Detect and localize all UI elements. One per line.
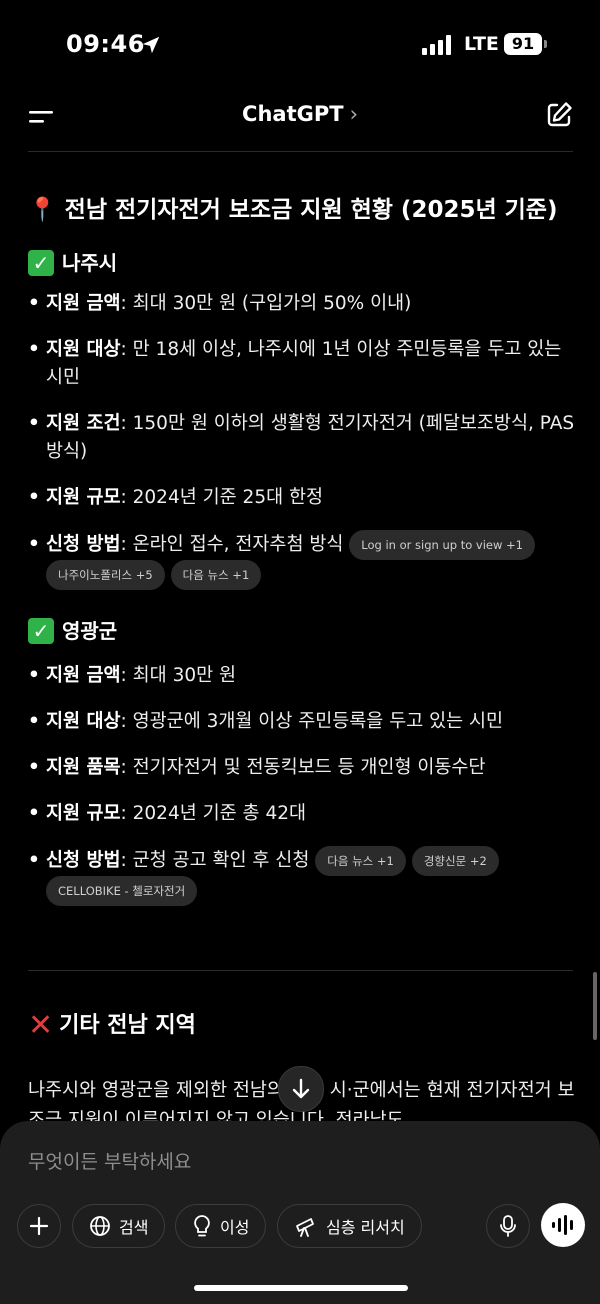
search-button[interactable]: 검색 (72, 1204, 166, 1248)
waveform-icon (552, 1215, 573, 1235)
globe-icon (90, 1216, 110, 1236)
reason-label: 이성 (220, 1218, 250, 1237)
cellular-signal-icon (422, 35, 451, 55)
dictate-button[interactable] (486, 1204, 530, 1248)
item-label: 지원 금액 (46, 293, 121, 314)
status-time: 09:46 (66, 30, 145, 58)
arrow-down-icon (292, 1078, 310, 1099)
battery-icon: 91 (504, 33, 542, 55)
microphone-icon (500, 1215, 516, 1237)
composer: 무엇이든 부탁하세요 검색 이성 심층 리서치 (0, 1121, 600, 1304)
new-chat-icon[interactable] (544, 100, 574, 130)
subheading-naju: ✓ 나주시 (28, 248, 576, 278)
item-text: : 영광군에 3개월 이상 주민등록을 두고 있는 시민 (120, 711, 504, 732)
scrollbar[interactable] (593, 972, 597, 1040)
item-label: 지원 조건 (46, 413, 121, 434)
source-chip[interactable]: 나주이노폴리스 +5 (46, 560, 165, 590)
item-text: : 2024년 기준 25대 한정 (120, 487, 324, 508)
location-arrow-icon (142, 36, 160, 54)
list-item: 지원 조건: 150만 원 이하의 생활형 전기자전거 (페달보조방식, PAS… (28, 410, 576, 466)
top-nav: ChatGPT › (0, 90, 600, 144)
list-item: 신청 방법: 군청 공고 확인 후 신청 다음 뉴스 +1경향신문 +2 CELL… (28, 846, 576, 906)
list-item: 지원 금액: 최대 30만 원 (28, 662, 576, 690)
source-chip[interactable]: 경향신문 +2 (411, 846, 499, 876)
item-text: : 2024년 기준 총 42대 (120, 803, 307, 824)
item-label: 지원 대상 (46, 339, 121, 360)
list-item: 지원 대상: 만 18세 이상, 나주시에 1년 이상 주민등록을 두고 있는 … (28, 336, 576, 392)
list-item: 신청 방법: 온라인 접수, 전자추첨 방식 Log in or sign up… (28, 530, 576, 590)
x-mark-icon: ✕ (28, 1008, 54, 1043)
item-text: : 만 18세 이상, 나주시에 1년 이상 주민등록을 두고 있는 시민 (46, 339, 562, 388)
plus-icon (29, 1216, 49, 1236)
battery-tip (544, 40, 547, 48)
list-item: 지원 대상: 영광군에 3개월 이상 주민등록을 두고 있는 시민 (28, 708, 576, 736)
deep-research-label: 심층 리서치 (326, 1218, 405, 1237)
item-label: 지원 품목 (46, 757, 121, 778)
other-heading: ✕ 기타 전남 지역 (28, 1010, 576, 1042)
check-icon: ✓ (28, 250, 54, 276)
chevron-right-icon: › (349, 102, 358, 126)
yeonggwang-list: 지원 금액: 최대 30만 원 지원 대상: 영광군에 3개월 이상 주민등록을… (28, 662, 576, 906)
source-chip[interactable]: CELLOBIKE - 첼로자전거 (46, 876, 198, 906)
search-label: 검색 (119, 1218, 149, 1237)
home-indicator (194, 1285, 408, 1291)
app-title: ChatGPT (242, 102, 344, 126)
item-text: : 온라인 접수, 전자추첨 방식 (120, 534, 344, 555)
item-text: : 최대 30만 원 (구입가의 50% 이내) (120, 293, 412, 314)
section-heading: 📍 전남 전기자전거 보조금 지원 현황 (2025년 기준) (28, 194, 576, 226)
check-icon: ✓ (28, 618, 54, 644)
deep-research-button[interactable]: 심층 리서치 (277, 1204, 422, 1248)
prompt-input[interactable]: 무엇이든 부탁하세요 (28, 1147, 191, 1174)
attach-button[interactable] (17, 1204, 61, 1248)
subheading-text: 나주시 (62, 251, 118, 275)
reason-button[interactable]: 이성 (175, 1204, 267, 1248)
list-item: 지원 규모: 2024년 기준 총 42대 (28, 800, 576, 828)
heading-text: 전남 전기자전거 보조금 지원 현황 (2025년 기준) (64, 197, 558, 223)
model-selector[interactable]: ChatGPT › (0, 102, 600, 126)
lightbulb-icon (194, 1215, 210, 1237)
source-chip[interactable]: 다음 뉴스 +1 (170, 560, 262, 590)
item-text: : 150만 원 이하의 생활형 전기자전거 (페달보조방식, PAS 방식) (46, 413, 575, 462)
item-label: 지원 금액 (46, 665, 121, 686)
telescope-icon (296, 1218, 314, 1237)
pin-icon: 📍 (28, 197, 57, 223)
source-chip[interactable]: Log in or sign up to view +1 (349, 530, 535, 560)
item-label: 지원 규모 (46, 803, 121, 824)
subheading-text: 영광군 (62, 619, 118, 643)
list-item: 지원 금액: 최대 30만 원 (구입가의 50% 이내) (28, 290, 576, 318)
list-item: 지원 규모: 2024년 기준 25대 한정 (28, 484, 576, 512)
scroll-to-bottom-button[interactable] (278, 1066, 324, 1112)
item-label: 신청 방법 (46, 534, 121, 555)
list-item: 지원 품목: 전기자전거 및 전동킥보드 등 개인형 이동수단 (28, 754, 576, 782)
item-text: : 전기자전거 및 전동킥보드 등 개인형 이동수단 (120, 757, 486, 778)
divider (28, 970, 573, 971)
source-chip[interactable]: 다음 뉴스 +1 (315, 846, 406, 876)
network-type: LTE (464, 33, 499, 55)
item-label: 신청 방법 (46, 850, 121, 871)
naju-list: 지원 금액: 최대 30만 원 (구입가의 50% 이내) 지원 대상: 만 1… (28, 290, 576, 590)
item-text: : 최대 30만 원 (120, 665, 237, 686)
message-content: 📍 전남 전기자전거 보조금 지원 현황 (2025년 기준) ✓ 나주시 지원… (28, 150, 576, 906)
other-heading-text: 기타 전남 지역 (59, 1013, 196, 1038)
item-label: 지원 규모 (46, 487, 121, 508)
subheading-yeonggwang: ✓ 영광군 (28, 616, 576, 646)
status-bar: 09:46 LTE 91 (0, 0, 600, 90)
voice-mode-button[interactable] (541, 1203, 585, 1247)
item-label: 지원 대상 (46, 711, 121, 732)
item-text: : 군청 공고 확인 후 신청 (120, 850, 310, 871)
